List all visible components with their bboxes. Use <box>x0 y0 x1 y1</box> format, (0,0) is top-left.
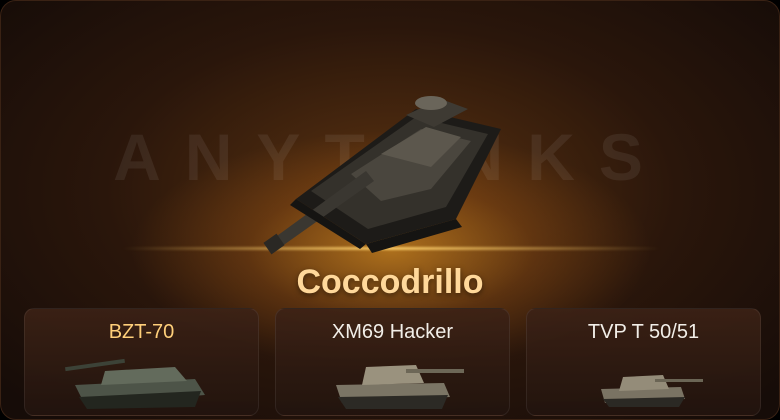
alternative-tanks: BZT-70 XM69 Hacker TVP T 50/51 <box>24 308 761 416</box>
tank-tile-name: TVP T 50/51 <box>587 321 700 343</box>
tank-tile-bzt-70[interactable]: BZT-70 <box>24 308 259 416</box>
tank-tile-name: BZT-70 <box>108 321 175 343</box>
featured-tank-name: Coccodrillo <box>296 263 484 301</box>
tank-tile-xm69-hacker[interactable]: XM69 Hacker <box>275 308 510 416</box>
tank-tile-name: XM69 Hacker <box>331 321 454 343</box>
tank-thumbnail <box>65 358 205 409</box>
tank-thumbnail <box>601 375 703 407</box>
tank-thumbnail <box>336 365 464 409</box>
featured-tank-image <box>263 96 501 255</box>
tank-tile-tvp-t-50-51[interactable]: TVP T 50/51 <box>526 308 761 416</box>
tank-card: ANYTANKS Coccodrillo BZT-70 XM69 Hacker <box>0 0 780 420</box>
